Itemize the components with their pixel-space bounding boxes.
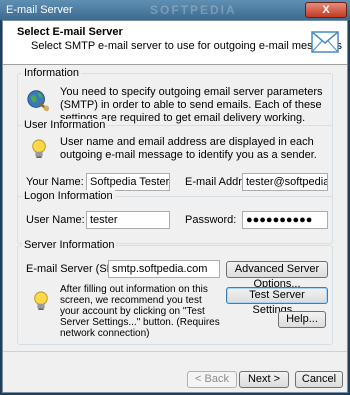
lightbulb-icon [34, 291, 48, 310]
test-settings-text: After filling out information on this sc… [60, 284, 220, 339]
window-title: E-mail Server [6, 4, 73, 16]
page-subtitle: Select SMTP e-mail server to use for out… [31, 40, 342, 52]
user-name-field[interactable]: tester [86, 211, 170, 229]
email-address-field[interactable]: tester@softpedia.com [242, 173, 328, 191]
password-field[interactable]: ●●●●●●●●●● [242, 211, 328, 229]
smtp-server-field[interactable]: smtp.softpedia.com [108, 260, 220, 278]
server-information-label: Server Information [22, 239, 117, 251]
user-name-label: User Name: [26, 214, 85, 226]
advanced-server-options-button[interactable]: Advanced Server Options... [226, 261, 328, 290]
back-button[interactable]: < Back [187, 371, 237, 388]
user-information-label: User Information [22, 119, 108, 131]
help-button[interactable]: Help... [278, 311, 326, 328]
logon-information-group: Logon Information User Name: tester Pass… [17, 190, 333, 244]
dialog-body: Select E-mail Server Select SMTP e-mail … [2, 20, 348, 393]
title-bar[interactable]: E-mail Server SOFTPEDIA X [0, 0, 350, 20]
cancel-button[interactable]: Cancel [295, 371, 343, 388]
watermark-text: SOFTPEDIA [150, 3, 237, 17]
wizard-header: Select E-mail Server Select SMTP e-mail … [3, 21, 347, 65]
user-information-text: User name and email address are displaye… [60, 136, 317, 161]
information-group-label: Information [22, 67, 82, 79]
globe-icon [27, 90, 50, 112]
logon-information-label: Logon Information [22, 190, 115, 202]
next-button[interactable]: Next > [239, 371, 289, 388]
your-name-field[interactable]: Softpedia Tester [86, 173, 170, 191]
footer-divider [3, 351, 347, 352]
your-name-label: Your Name: [26, 176, 84, 188]
password-label: Password: [185, 214, 237, 226]
lightbulb-icon [32, 139, 46, 158]
envelope-icon [311, 31, 339, 53]
server-information-group: Server Information E-mail Server (SMTP):… [17, 239, 333, 345]
page-title: Select E-mail Server [17, 26, 123, 38]
test-server-settings-button[interactable]: Test Server Settings... [226, 287, 328, 316]
close-button[interactable]: X [305, 2, 347, 18]
